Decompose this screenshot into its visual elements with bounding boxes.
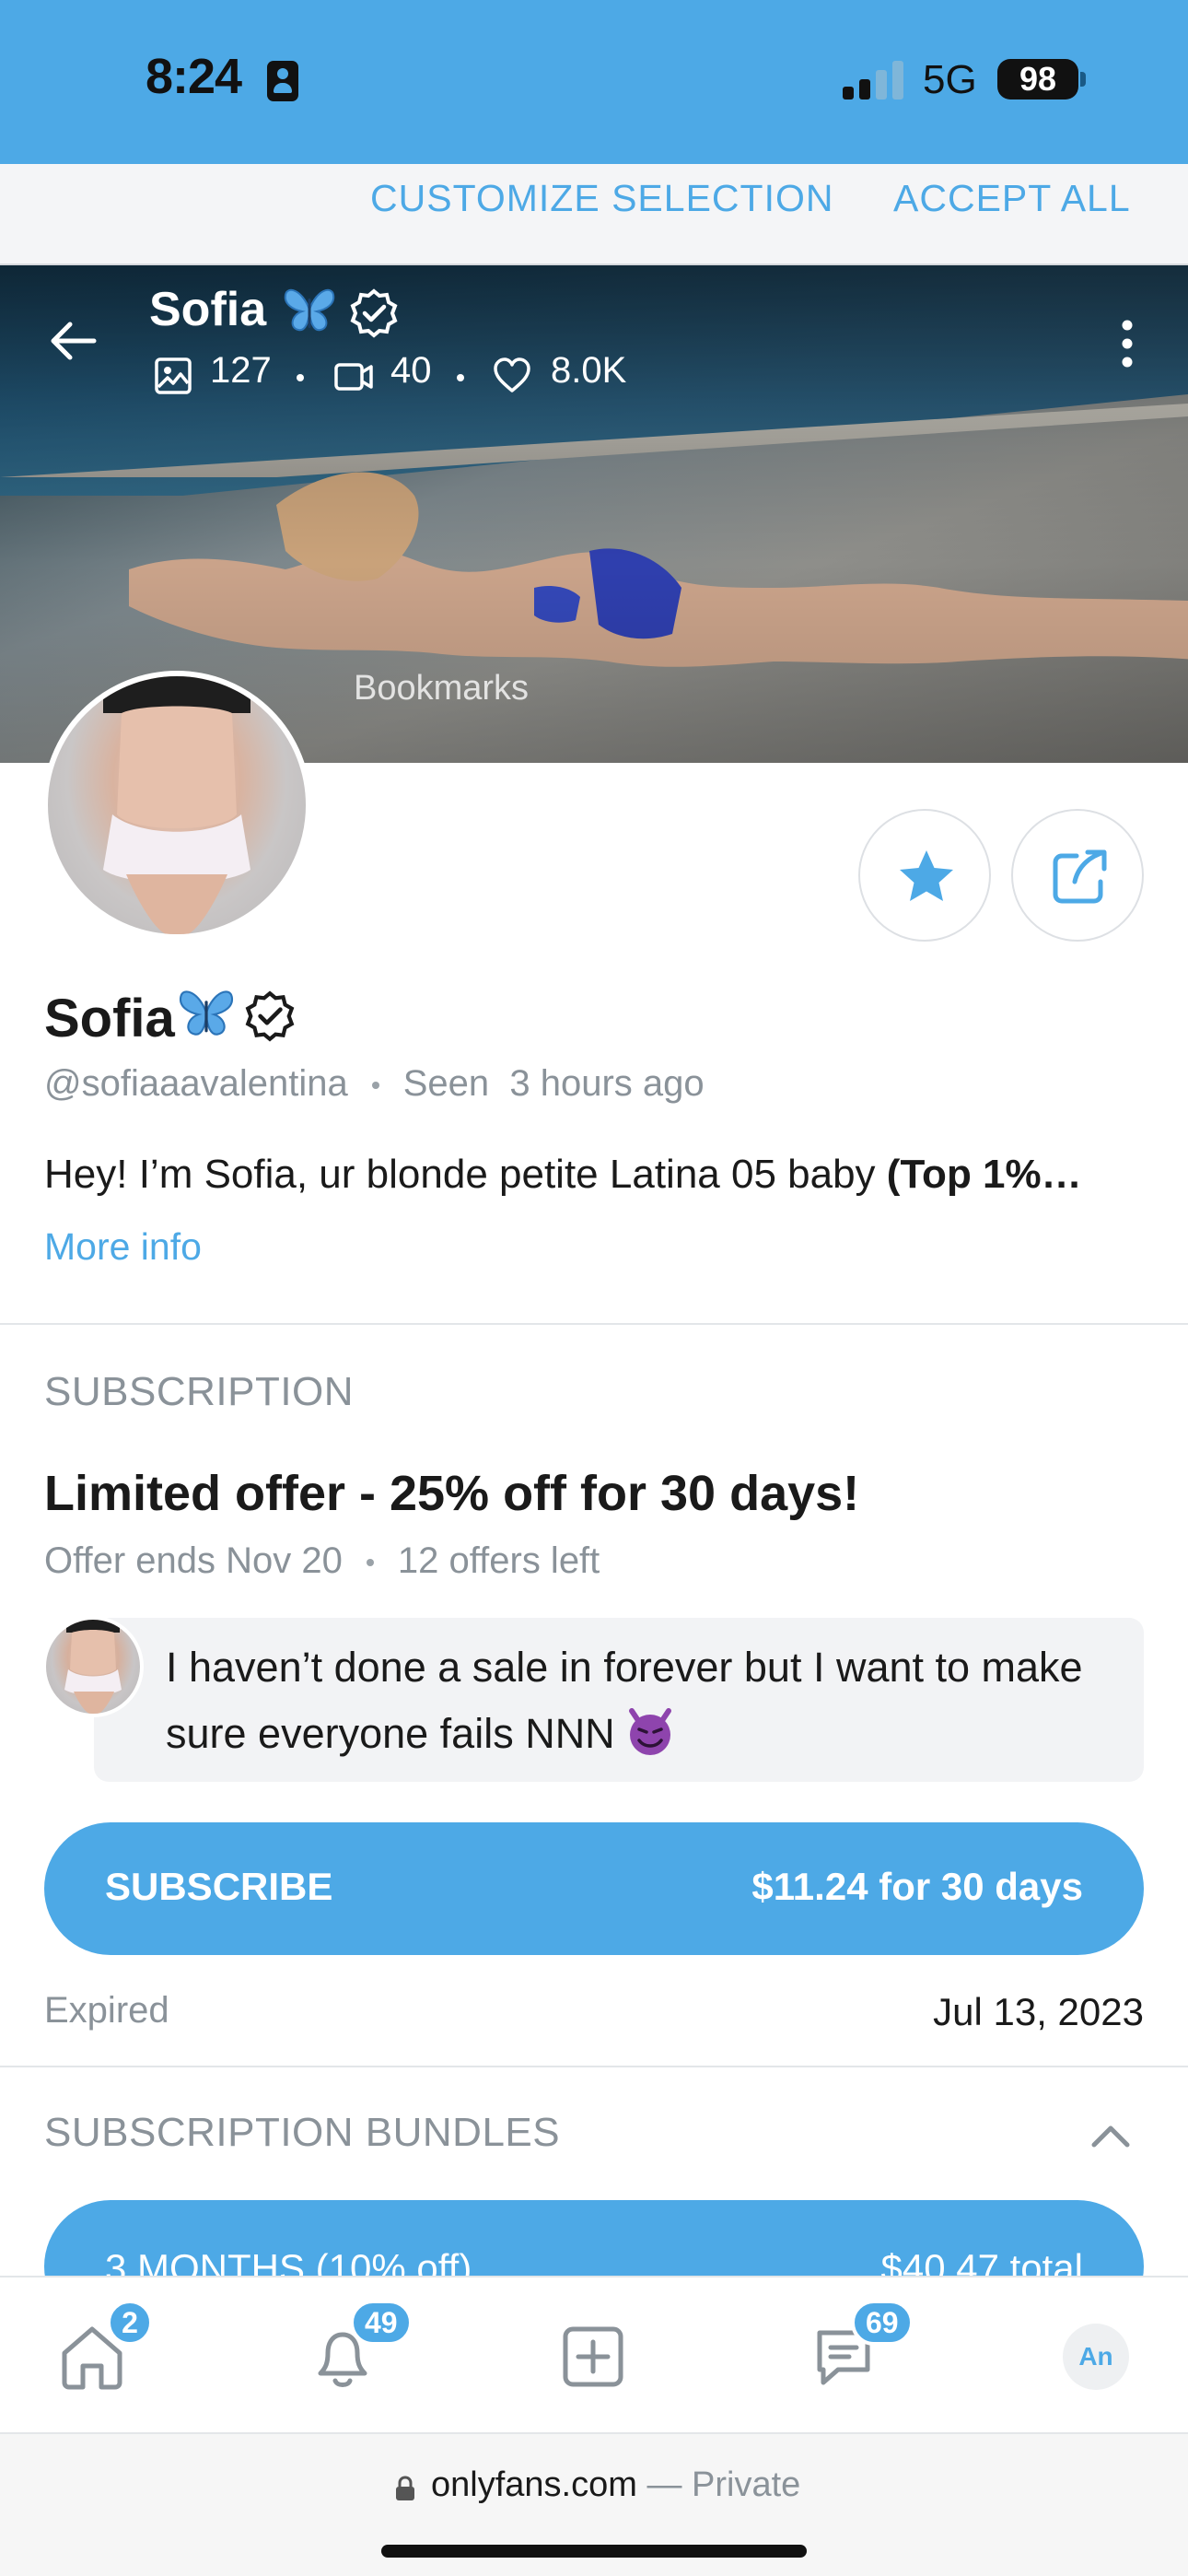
message-avatar xyxy=(42,1616,144,1717)
bio-text: Hey! I’m Sofia, ur blonde petite Latina … xyxy=(44,1152,887,1197)
photos-count: 127 xyxy=(210,350,272,391)
photos-icon xyxy=(155,357,192,394)
bundles-section-title: SUBSCRIPTION BUNDLES xyxy=(44,2110,561,2155)
verified-badge-icon xyxy=(350,288,398,338)
home-indicator[interactable] xyxy=(381,2545,807,2558)
tab-messages[interactable]: 69 xyxy=(770,2277,917,2436)
videos-count: 40 xyxy=(390,350,432,391)
subscription-section-title: SUBSCRIPTION xyxy=(44,1369,355,1414)
more-options-icon[interactable] xyxy=(1114,318,1140,369)
avatar[interactable] xyxy=(42,671,311,940)
offer-ends: Offer ends Nov 20 xyxy=(44,1540,343,1581)
seen-time: 3 hours ago xyxy=(509,1063,705,1104)
battery-tip xyxy=(1080,72,1086,87)
profile-handle: @sofiaaavalentina xyxy=(44,1063,348,1104)
address-text[interactable]: onlyfans.com — Private xyxy=(431,2465,800,2505)
messages-badge: 69 xyxy=(851,2300,914,2346)
chevron-up-icon[interactable] xyxy=(1085,2110,1136,2161)
message-avatar-photo xyxy=(64,1620,122,1714)
tab-notifications[interactable]: 49 xyxy=(269,2277,416,2436)
profile-name: Sofia xyxy=(44,989,175,1048)
customize-selection-link[interactable]: CUSTOMIZE SELECTION xyxy=(370,177,833,220)
private-mode-label: — Private xyxy=(646,2465,801,2504)
status-time: 8:24 xyxy=(146,49,242,104)
stat-separator xyxy=(457,374,464,381)
battery-indicator: 98 xyxy=(997,59,1078,100)
offer-meta: Offer ends Nov 20 12 offers left xyxy=(44,1540,600,1582)
tab-profile-avatar[interactable]: An xyxy=(1063,2324,1129,2390)
offer-title: Limited offer - 25% off for 30 days! xyxy=(44,1466,860,1521)
add-post-icon xyxy=(563,2326,623,2387)
signal-strength-icon xyxy=(843,61,907,100)
tab-home[interactable]: 2 xyxy=(18,2277,166,2436)
separator-dot xyxy=(371,1082,379,1090)
likes-count: 8.0K xyxy=(551,350,627,391)
notifications-badge: 49 xyxy=(350,2300,413,2346)
share-icon xyxy=(1053,849,1107,904)
expired-date: Jul 13, 2023 xyxy=(933,1990,1144,2033)
home-badge: 2 xyxy=(107,2300,153,2346)
stat-separator xyxy=(297,374,304,381)
cover-creator-name: Sofia xyxy=(149,283,267,336)
accept-all-link[interactable]: ACCEPT ALL xyxy=(893,177,1131,220)
avatar-photo xyxy=(103,676,250,934)
subscribe-button[interactable]: SUBSCRIBE $11.24 for 30 days xyxy=(44,1822,1144,1955)
heart-icon xyxy=(494,357,530,392)
separator-dot xyxy=(366,1559,374,1567)
section-divider xyxy=(0,1323,1188,1325)
network-type: 5G xyxy=(923,57,977,102)
focus-mode-icon xyxy=(267,61,298,101)
verified-badge-icon xyxy=(245,990,295,1042)
butterfly-emoji-icon xyxy=(179,990,234,1036)
videos-icon xyxy=(334,363,373,391)
share-button[interactable] xyxy=(1011,809,1144,942)
star-icon xyxy=(900,850,953,901)
tab-add-post[interactable] xyxy=(519,2277,667,2436)
favorite-button[interactable] xyxy=(858,809,991,942)
bookmarks-label[interactable]: Bookmarks xyxy=(354,669,529,708)
seen-label: Seen xyxy=(402,1063,490,1104)
offers-left: 12 offers left xyxy=(397,1540,600,1581)
creator-message: I haven’t done a sale in forever but I w… xyxy=(166,1634,1124,1767)
more-info-link[interactable]: More info xyxy=(44,1225,202,1269)
lock-icon xyxy=(396,2476,414,2500)
smiling-imp-icon xyxy=(628,1708,671,1755)
butterfly-emoji-icon xyxy=(284,288,335,332)
back-arrow-icon[interactable] xyxy=(46,313,101,369)
profile-bio: Hey! I’m Sofia, ur blonde petite Latina … xyxy=(44,1152,1149,1198)
bio-bold-text: (Top 1%… xyxy=(886,1152,1082,1197)
bottom-tab-bar: 2 49 69 xyxy=(0,2276,1188,2434)
section-divider xyxy=(0,2066,1188,2067)
address-domain: onlyfans.com xyxy=(431,2465,637,2504)
subscribe-price: $11.24 for 30 days xyxy=(751,1865,1083,1908)
handle-row: @sofiaaavalentina Seen 3 hours ago xyxy=(44,1063,705,1105)
expired-label: Expired xyxy=(44,1990,169,2031)
subscribe-label: SUBSCRIBE xyxy=(105,1865,333,1908)
